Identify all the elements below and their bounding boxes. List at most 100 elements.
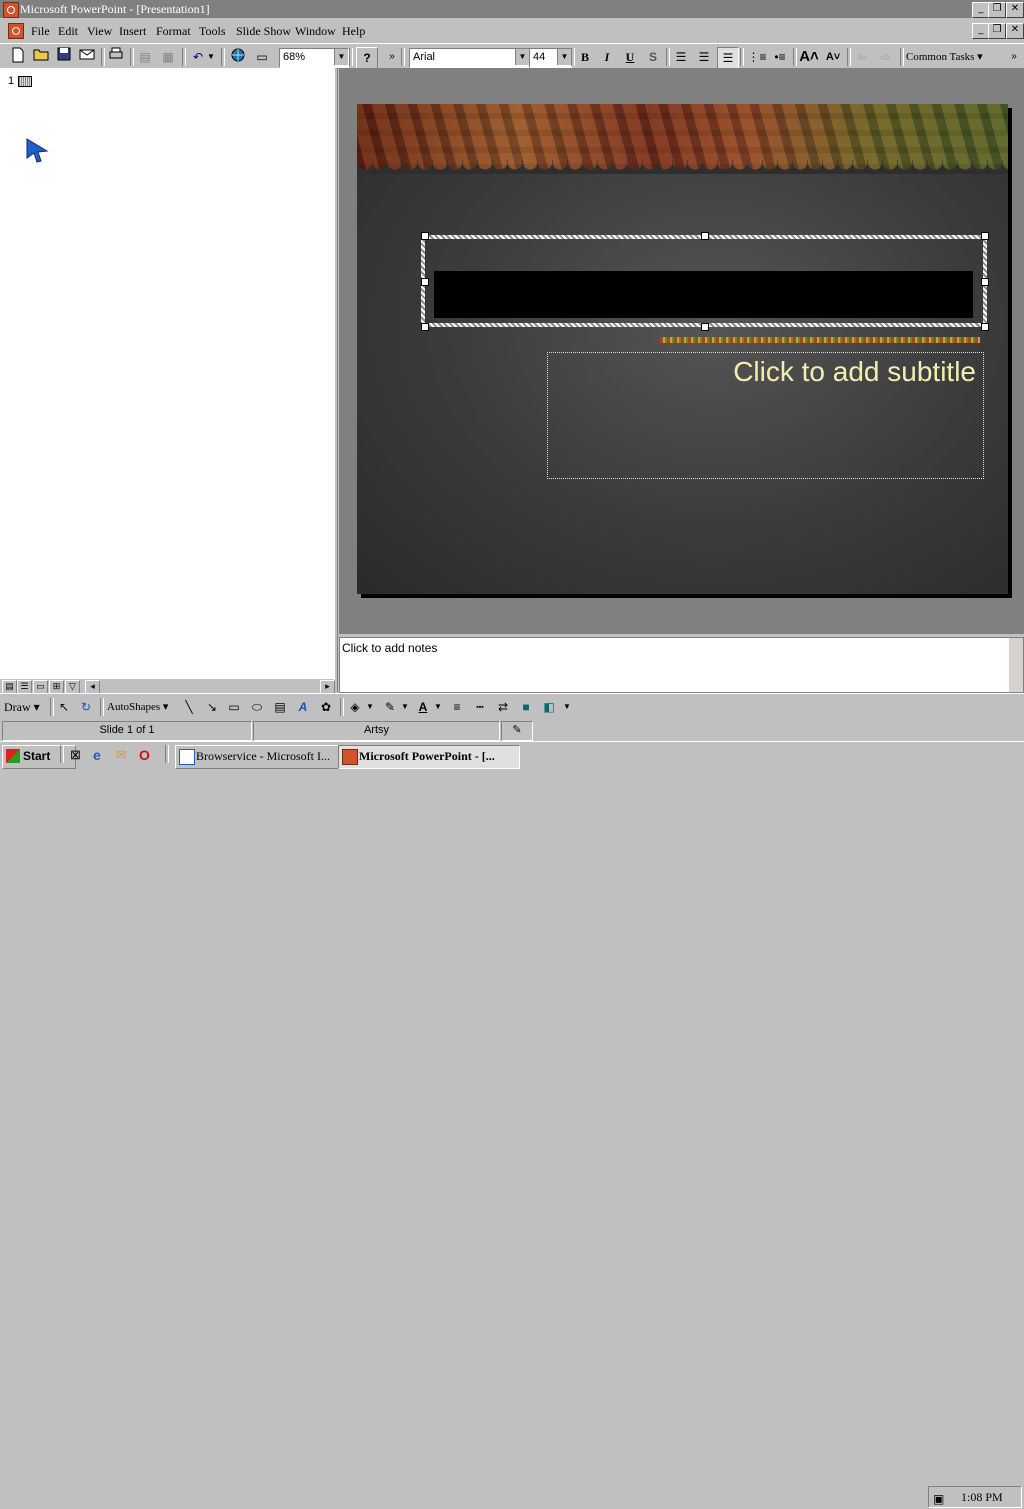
free-rotate-icon[interactable]: ↻ [78,697,94,717]
resize-handle[interactable] [421,278,429,286]
font-size-dropdown-icon[interactable]: ▼ [557,49,571,65]
menu-edit[interactable]: Edit [58,24,78,39]
align-center-icon[interactable]: ☰ [694,47,714,67]
resize-handle[interactable] [981,278,989,286]
font-color-icon[interactable]: A [414,697,432,717]
3d-icon[interactable]: ◧ [541,697,557,717]
task-powerpoint[interactable]: Microsoft PowerPoint - [... [338,745,520,769]
slide-show-view-icon[interactable]: ▽ [65,680,80,694]
show-desktop-icon[interactable]: ⊠ [70,747,86,763]
slide-view-icon[interactable]: ▭ [33,680,48,694]
text-box-icon[interactable]: ▤ [272,697,288,717]
italic-button[interactable]: I [597,47,617,67]
align-right-icon[interactable]: ☰ [717,47,739,69]
notes-scrollbar[interactable] [1009,638,1023,692]
common-tasks-button[interactable]: Common Tasks ▾ [906,47,996,67]
slide-sorter-view-icon[interactable]: ⊞ [49,680,64,694]
toolbar-more-icon-2[interactable]: » [1008,47,1020,67]
select-objects-icon[interactable]: ↖ [56,697,72,717]
rectangle-tool-icon[interactable]: ▭ [226,697,242,717]
line-tool-icon[interactable]: ╲ [181,697,197,717]
align-left-icon[interactable]: ☰ [671,47,691,67]
resize-handle[interactable] [421,232,429,240]
menu-help[interactable]: Help [342,24,365,39]
print-icon[interactable] [106,47,126,67]
toolbar-more-icon[interactable]: » [386,47,398,67]
new-document-icon[interactable] [8,47,28,67]
menu-view[interactable]: View [87,24,112,39]
help-icon[interactable]: ? [356,47,378,69]
subtitle-placeholder-text[interactable]: Click to add subtitle [733,356,976,388]
draw-menu-button[interactable]: Draw ▾ [4,697,48,717]
font-color-dropdown-icon[interactable]: ▼ [433,697,443,717]
menu-format[interactable]: Format [156,24,191,39]
opera-icon[interactable]: O [139,747,155,763]
font-combo[interactable]: Arial ▼ [409,48,530,68]
outlook-express-icon[interactable]: ✉ [116,747,132,763]
fill-color-dropdown-icon[interactable]: ▼ [365,697,375,717]
arrow-tool-icon[interactable]: ↘ [204,697,220,717]
scroll-left-icon[interactable]: ◂ [85,680,100,694]
menu-slide-show[interactable]: Slide Show [236,24,291,39]
menu-insert[interactable]: Insert [119,24,146,39]
undo-dropdown-icon[interactable]: ▼ [206,47,216,67]
outline-pane[interactable]: 1 [0,68,334,680]
restore-button[interactable]: ❐ [988,2,1006,18]
title-text-selection[interactable] [434,271,973,318]
open-folder-icon[interactable] [31,47,51,67]
slide-canvas[interactable] [357,104,1008,594]
menu-window[interactable]: Window [295,24,336,39]
zoom-combo[interactable]: 68% ▼ [279,48,349,68]
notes-placeholder[interactable]: Click to add notes [342,641,437,655]
outline-view-icon[interactable]: ☰ [17,680,32,694]
line-style-icon[interactable]: ≡ [449,697,465,717]
zoom-dropdown-icon[interactable]: ▼ [334,49,348,65]
demote-icon[interactable]: ⇨ [875,47,895,67]
undo-icon[interactable]: ↶ [188,47,208,67]
window-title-bar[interactable]: Microsoft PowerPoint - [Presentation1] _… [0,0,1024,18]
font-dropdown-icon[interactable]: ▼ [515,49,529,65]
slide-icon[interactable] [18,76,32,87]
clock[interactable]: 1:08 PM [961,1487,1003,1507]
email-icon[interactable] [77,47,97,67]
save-icon[interactable] [54,47,74,67]
document-icon[interactable] [8,23,24,39]
pane-splitter[interactable] [334,68,338,692]
powerpoint-app-icon[interactable] [3,2,19,18]
font-size-combo[interactable]: 44 ▼ [529,48,572,68]
doc-close-button[interactable]: ✕ [1006,23,1024,39]
decrease-font-icon[interactable]: A˅ [823,47,843,67]
scroll-right-icon[interactable]: ▸ [320,680,335,694]
internet-explorer-icon[interactable]: e [93,747,109,763]
shadow-icon[interactable]: ■ [518,697,534,717]
underline-button[interactable]: U [620,47,640,67]
task-browservice[interactable]: Browservice - Microsoft I... [175,745,357,769]
draw-toolbar-more-icon[interactable]: ▼ [562,697,572,717]
paste-icon[interactable]: ▦ [158,47,178,67]
oval-tool-icon[interactable]: ⬭ [249,697,265,717]
web-hyperlink-icon[interactable] [228,47,248,67]
autoshapes-menu-button[interactable]: AutoShapes ▾ [107,697,177,717]
line-color-icon[interactable]: ✎ [381,697,399,717]
bold-button[interactable]: B [575,47,595,67]
clip-art-icon[interactable]: ✿ [318,697,334,717]
normal-view-icon[interactable]: ▤ [2,680,17,694]
copy-icon[interactable]: ▤ [135,47,155,67]
resize-handle[interactable] [701,323,709,331]
resize-handle[interactable] [421,323,429,331]
shadow-button[interactable]: S [643,47,663,67]
doc-restore-button[interactable]: ❐ [988,23,1006,39]
tables-icon[interactable]: ▭ [252,47,272,67]
resize-handle[interactable] [981,232,989,240]
resize-handle[interactable] [981,323,989,331]
bullets-icon[interactable]: •≡ [770,47,790,67]
start-button[interactable]: Start [2,745,76,769]
spelling-status-icon[interactable]: ✎ [501,721,533,741]
promote-icon[interactable]: ⇦ [852,47,872,67]
close-button[interactable]: ✕ [1006,2,1024,18]
arrow-style-icon[interactable]: ⇄ [495,697,511,717]
dash-style-icon[interactable]: ┅ [472,697,488,717]
resize-handle[interactable] [701,232,709,240]
line-color-dropdown-icon[interactable]: ▼ [400,697,410,717]
fill-color-icon[interactable]: ◈ [346,697,364,717]
